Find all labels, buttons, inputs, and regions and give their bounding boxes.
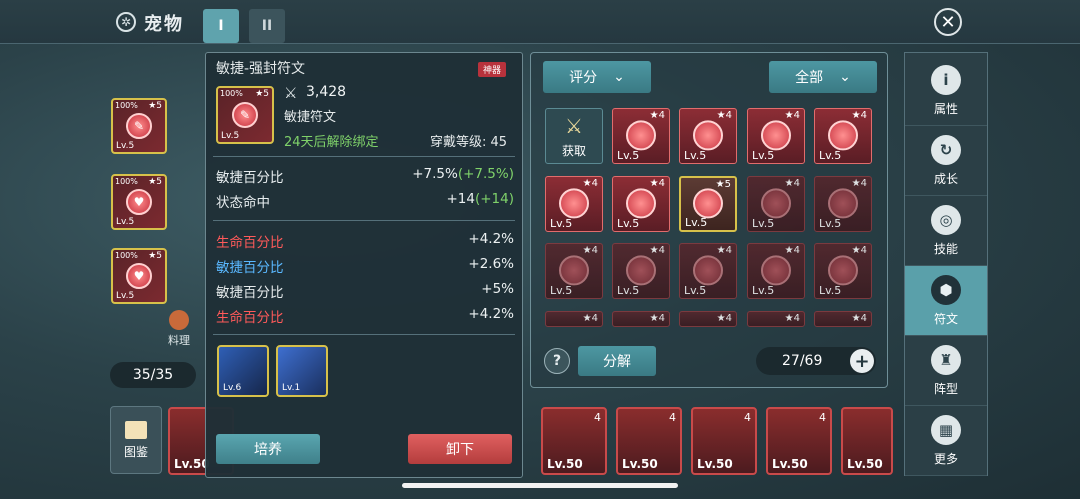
rune-grid-cell[interactable]: ★4 (679, 311, 737, 327)
sidebar-item-5[interactable]: ▦ 更多 (905, 406, 987, 476)
rune-grid-cell[interactable]: ★4 Lv.5 (612, 176, 670, 232)
rune-grid-cell[interactable]: ★4 Lv.5 (814, 108, 872, 164)
rune-icon (693, 120, 723, 151)
sidebar-item-1[interactable]: ↻ 成长 (905, 126, 987, 196)
sidebar-item-0[interactable]: i 属性 (905, 56, 987, 126)
rune-grid-cell[interactable]: ★4 (545, 311, 603, 327)
sidebar-icon: ⬢ (931, 274, 961, 305)
codex-button[interactable]: 图鉴 (110, 406, 162, 474)
unbind-timer: 24天后解除绑定 (284, 135, 379, 150)
decompose-button[interactable]: 分解 (578, 346, 656, 376)
pet-slot[interactable]: 4 Lv.50 (616, 407, 682, 475)
rune-grid-cell[interactable]: ★5 Lv.5 (679, 176, 737, 232)
skill-slot-1[interactable]: Lv.6 (217, 345, 269, 397)
equipped-rune-slot-1[interactable]: 100% ★5 ✎ Lv.5 (111, 98, 167, 154)
pet-slot[interactable]: Lv.50 (841, 407, 893, 475)
page-title: 宠物 (144, 14, 184, 35)
rune-icon (559, 255, 589, 286)
swords-icon: ⚔ (284, 84, 298, 102)
rune-icon (559, 188, 589, 219)
rune-detail-icon: 100% ★5 ✎ Lv.5 (216, 86, 274, 144)
cook-icon (169, 310, 189, 330)
combat-power: 3,428 (306, 84, 347, 100)
rune-icon (626, 188, 656, 219)
rune-grid-cell[interactable]: ★4 (612, 311, 670, 327)
rune-icon (828, 255, 858, 286)
sidebar-item-3[interactable]: ⬢ 符文 (905, 266, 987, 336)
rune-grid-cell[interactable]: ★4 (814, 311, 872, 327)
sort-dropdown[interactable]: 评分 ⌄ (543, 61, 651, 93)
pet-gear-icon: ✲ (116, 12, 136, 32)
acquire-button[interactable]: ⚔ 获取 (545, 108, 603, 164)
rune-grid-cell[interactable]: ★4 Lv.5 (747, 243, 805, 299)
rune-grid-cell[interactable]: ★4 Lv.5 (747, 176, 805, 232)
sub-stat-row: 敏捷百分比 +2.6% (216, 256, 514, 276)
expand-inventory-button[interactable]: + (850, 349, 874, 373)
rune-icon (693, 188, 723, 219)
rune-icon: ✎ (232, 102, 258, 128)
rune-icon (693, 255, 723, 286)
equipped-rune-slot-3[interactable]: 100% ★5 ♥ Lv.5 (111, 248, 167, 304)
rune-grid-cell[interactable]: ★4 Lv.5 (814, 243, 872, 299)
sub-stat-row: 生命百分比 +4.2% (216, 306, 514, 326)
pet-slot[interactable]: 4 Lv.50 (541, 407, 607, 475)
equipped-rune-slot-2[interactable]: 100% ★5 ♥ Lv.5 (111, 174, 167, 230)
rune-grid-cell[interactable]: ★4 Lv.5 (612, 108, 670, 164)
rune-icon (761, 188, 791, 219)
rune-icon (626, 120, 656, 151)
rune-icon (761, 120, 791, 151)
rune-grid-cell[interactable]: ★4 Lv.5 (545, 243, 603, 299)
rune-grid-cell[interactable]: ★4 Lv.5 (612, 243, 670, 299)
sub-stat-row: 生命百分比 +4.2% (216, 231, 514, 251)
divider (213, 156, 515, 157)
pet-count: 35/35 (110, 362, 196, 388)
rune-grid-cell[interactable]: ★4 (747, 311, 805, 327)
sidebar-item-4[interactable]: ♜ 阵型 (905, 336, 987, 406)
crossed-swords-icon: ⚔ (565, 113, 583, 138)
skill-slot-2[interactable]: Lv.1 (276, 345, 328, 397)
divider (213, 220, 515, 221)
rune-icon: ✎ (126, 113, 152, 139)
rune-icon (761, 255, 791, 286)
sidebar-icon: ▦ (931, 414, 961, 445)
main-stat-row: 敏捷百分比 +7.5%(+7.5%) (216, 166, 514, 186)
rune-icon: ♥ (126, 263, 152, 289)
cultivate-button[interactable]: 培养 (216, 434, 320, 464)
rune-grid-cell[interactable]: ★4 Lv.5 (814, 176, 872, 232)
chevron-down-icon: ⌄ (839, 69, 851, 85)
artifact-badge: 神器 (478, 62, 507, 77)
rune-type: 敏捷符文 (284, 110, 337, 125)
sidebar-icon: ↻ (931, 134, 961, 165)
rune-grid-cell[interactable]: ★4 Lv.5 (545, 176, 603, 232)
tab-1[interactable]: I (203, 9, 239, 43)
rune-icon (828, 188, 858, 219)
unequip-button[interactable]: 卸下 (408, 434, 512, 464)
help-button[interactable]: ? (544, 348, 570, 374)
close-button[interactable]: ✕ (934, 8, 962, 36)
rune-icon (626, 255, 656, 286)
sidebar-icon: ♜ (931, 344, 961, 375)
pet-slot[interactable]: 4 Lv.50 (691, 407, 757, 475)
home-indicator[interactable] (402, 483, 678, 488)
cook-button[interactable]: 料理 (168, 310, 190, 348)
rune-name: 敏捷-强封符文 (216, 61, 306, 77)
book-icon (125, 420, 147, 439)
rune-icon: ♥ (126, 189, 152, 215)
sidebar-icon: ◎ (931, 204, 961, 235)
sidebar-item-2[interactable]: ◎ 技能 (905, 196, 987, 266)
sidebar-icon: i (931, 64, 961, 95)
rune-icon (828, 120, 858, 151)
rune-grid-cell[interactable]: ★4 Lv.5 (679, 243, 737, 299)
sub-stat-row: 敏捷百分比 +5% (216, 281, 514, 301)
divider (213, 334, 515, 335)
rune-grid-cell[interactable]: ★4 Lv.5 (747, 108, 805, 164)
rune-grid-cell[interactable]: ★4 Lv.5 (679, 108, 737, 164)
wear-level: 穿戴等级: 45 (430, 135, 508, 150)
tab-2[interactable]: II (249, 9, 285, 43)
pet-slot[interactable]: 4 Lv.50 (766, 407, 832, 475)
chevron-down-icon: ⌄ (613, 69, 625, 85)
main-stat-row: 状态命中 +14(+14) (216, 191, 514, 211)
category-dropdown[interactable]: 全部 ⌄ (769, 61, 877, 93)
